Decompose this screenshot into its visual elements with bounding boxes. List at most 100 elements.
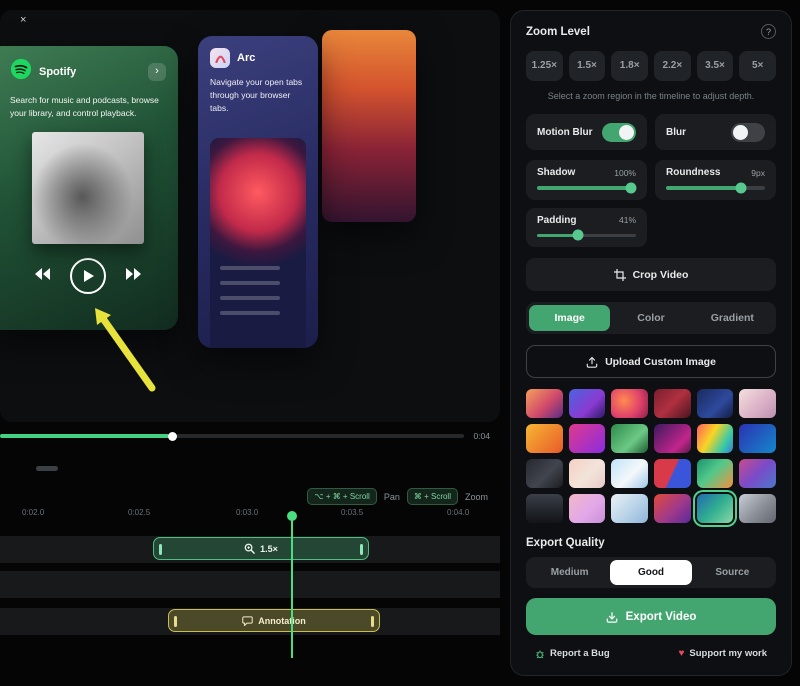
tab-image[interactable]: Image	[529, 305, 610, 331]
motion-blur-toggle[interactable]	[602, 123, 636, 142]
crop-video-button[interactable]: Crop Video	[526, 258, 776, 291]
background-tabs: Image Color Gradient	[526, 302, 776, 334]
zoom-option-button[interactable]: 1.5×	[569, 51, 606, 81]
segment-handle-right[interactable]	[360, 544, 363, 555]
video-preview: × Spotify › Search for music and podcast…	[0, 10, 500, 422]
timeline-ruler[interactable]: 0:02.0 0:02.5 0:03.0 0:03.5 0:04.0	[0, 508, 500, 520]
video-track[interactable]	[0, 571, 500, 598]
report-bug-link[interactable]: Report a Bug	[535, 648, 610, 659]
roundness-value: 9px	[751, 168, 765, 178]
wallpaper-thumbnail[interactable]	[739, 389, 776, 418]
settings-panel: Zoom Level ? 1.25× 1.5× 1.8× 2.2× 3.5× 5…	[510, 10, 792, 676]
progress-handle[interactable]	[168, 432, 177, 441]
magnifier-plus-icon	[244, 543, 255, 554]
padding-slider[interactable]	[537, 234, 636, 238]
zoom-options: 1.25× 1.5× 1.8× 2.2× 3.5× 5×	[526, 51, 776, 81]
wallpaper-thumbnail[interactable]	[697, 459, 734, 488]
annotation-track[interactable]: Annotation	[0, 608, 500, 635]
help-icon[interactable]: ?	[761, 24, 776, 39]
wallpaper-thumbnail[interactable]	[569, 459, 606, 488]
annotation-segment[interactable]: Annotation	[168, 609, 380, 632]
wallpaper-thumbnail[interactable]	[611, 424, 648, 453]
zoom-option-button[interactable]: 1.8×	[611, 51, 648, 81]
motion-blur-label: Motion Blur	[537, 127, 593, 138]
album-art	[32, 132, 144, 244]
segment-handle-left[interactable]	[174, 616, 177, 627]
wallpaper-thumbnail[interactable]	[611, 494, 648, 523]
quality-option-source[interactable]: Source	[692, 560, 773, 585]
wallpaper-thumbnail[interactable]	[739, 494, 776, 523]
panel-drag-handle[interactable]	[36, 466, 58, 471]
zoom-option-button[interactable]: 2.2×	[654, 51, 691, 81]
tab-gradient[interactable]: Gradient	[692, 305, 773, 331]
quality-segmented: Medium Good Source	[526, 557, 776, 588]
wallpaper-thumbnail[interactable]	[526, 459, 563, 488]
shadow-slider[interactable]	[537, 186, 636, 190]
blur-toggle[interactable]	[731, 123, 765, 142]
zoom-option-button[interactable]: 3.5×	[697, 51, 734, 81]
pan-label: Pan	[384, 492, 400, 502]
skip-back-icon	[35, 267, 50, 285]
progress-remaining	[176, 434, 464, 438]
play-button	[70, 258, 106, 294]
wallpaper-thumbnail[interactable]	[739, 424, 776, 453]
wallpaper-thumbnail[interactable]	[569, 424, 606, 453]
wallpaper-thumbnail[interactable]	[611, 459, 648, 488]
quality-option-medium[interactable]: Medium	[529, 560, 610, 585]
wallpaper-grid	[526, 389, 776, 523]
ruler-tick-label: 0:04.0	[447, 508, 469, 517]
arc-card: Arc Navigate your open tabs through your…	[198, 36, 318, 348]
tab-color[interactable]: Color	[610, 305, 691, 331]
zoom-segment-label: 1.5×	[260, 544, 278, 554]
padding-label: Padding	[537, 215, 576, 226]
zoom-option-button[interactable]: 1.25×	[526, 51, 563, 81]
wallpaper-thumbnail[interactable]	[697, 424, 734, 453]
playhead[interactable]	[291, 514, 293, 658]
slider-knob[interactable]	[572, 230, 583, 241]
bug-icon	[535, 649, 545, 659]
pan-shortcut-chip: ⌥ + ⌘ + Scroll	[307, 488, 376, 505]
wallpaper-thumbnail[interactable]	[739, 459, 776, 488]
roundness-slider[interactable]	[666, 186, 765, 190]
play-icon	[83, 270, 94, 282]
slider-knob[interactable]	[626, 182, 637, 193]
export-quality-title: Export Quality	[526, 537, 776, 549]
support-link[interactable]: ♥ Support my work	[678, 648, 767, 659]
shadow-slider-card: Shadow 100%	[526, 160, 647, 200]
segment-handle-left[interactable]	[159, 544, 162, 555]
zoom-segment[interactable]: 1.5×	[153, 537, 369, 560]
playback-progress[interactable]: 0:04	[0, 430, 500, 442]
wallpaper-thumbnail[interactable]	[654, 459, 691, 488]
crop-label: Crop Video	[633, 269, 689, 281]
report-bug-label: Report a Bug	[550, 648, 610, 659]
shadow-label: Shadow	[537, 167, 575, 178]
segment-handle-right[interactable]	[371, 616, 374, 627]
wallpaper-thumbnail[interactable]	[526, 494, 563, 523]
quality-option-good[interactable]: Good	[610, 560, 691, 585]
wallpaper-thumbnail[interactable]	[611, 389, 648, 418]
padding-slider-card: Padding 41%	[526, 208, 647, 248]
wallpaper-thumbnail[interactable]	[569, 494, 606, 523]
spotify-description: Search for music and podcasts, browse yo…	[10, 94, 166, 120]
wallpaper-thumbnail[interactable]	[654, 389, 691, 418]
motion-blur-card: Motion Blur	[526, 114, 647, 150]
zoom-level-title: Zoom Level	[526, 26, 590, 38]
zoom-option-button[interactable]: 5×	[739, 51, 776, 81]
ruler-tick-label: 0:02.0	[22, 508, 44, 517]
playhead-handle[interactable]	[287, 511, 297, 521]
chat-bubble-icon	[242, 616, 253, 626]
export-video-button[interactable]: Export Video	[526, 598, 776, 635]
wallpaper-thumbnail[interactable]	[526, 389, 563, 418]
zoom-track[interactable]: 1.5×	[0, 536, 500, 563]
wallpaper-thumbnail[interactable]	[526, 424, 563, 453]
slider-knob[interactable]	[736, 182, 747, 193]
heart-icon: ♥	[678, 648, 684, 659]
upload-custom-image-button[interactable]: Upload Custom Image	[526, 345, 776, 378]
wallpaper-thumbnail[interactable]	[569, 389, 606, 418]
wallpaper-thumbnail-selected[interactable]	[697, 494, 734, 523]
wallpaper-thumbnail[interactable]	[697, 389, 734, 418]
wallpaper-thumbnail[interactable]	[654, 494, 691, 523]
spotify-title: Spotify	[39, 66, 141, 78]
wallpaper-thumbnail[interactable]	[654, 424, 691, 453]
arc-description: Navigate your open tabs through your bro…	[210, 76, 306, 114]
